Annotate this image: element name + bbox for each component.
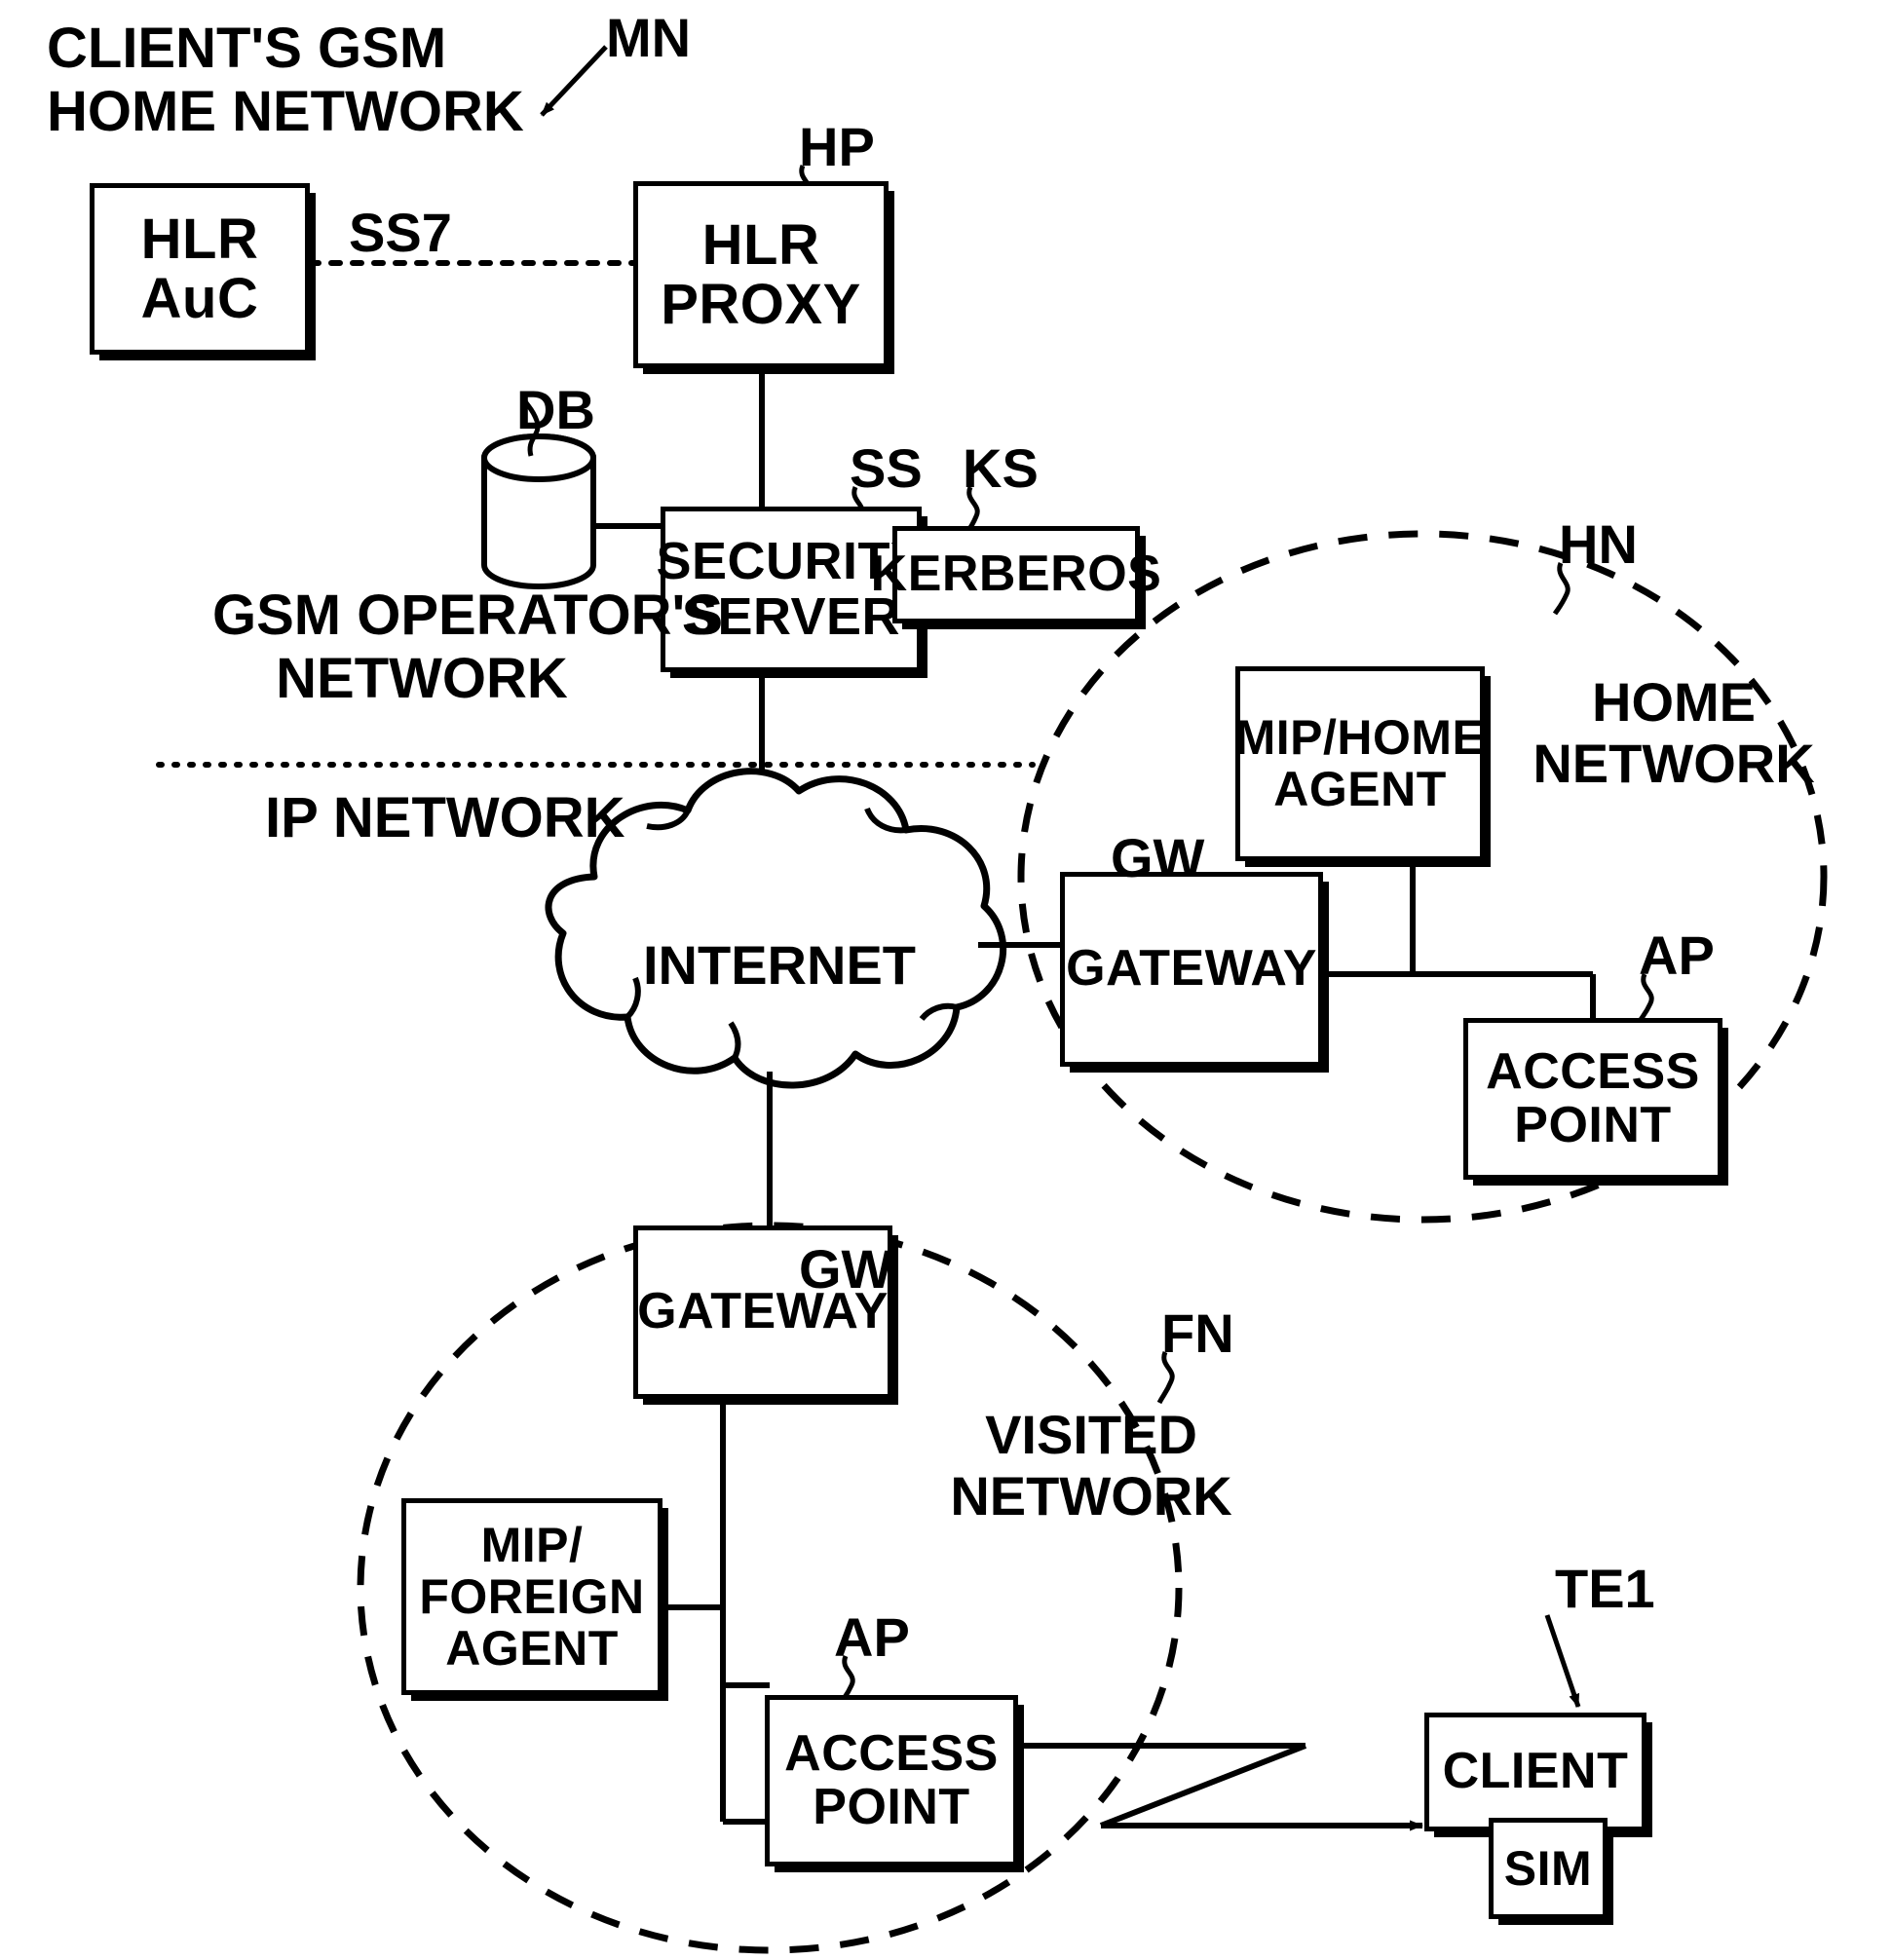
node-hlr-proxy[interactable]: HLR PROXY xyxy=(633,181,889,368)
visited-network-line2: NETWORK xyxy=(950,1464,1232,1527)
node-hlr-auc[interactable]: HLR AuC xyxy=(90,183,310,355)
label-home-network: HOME NETWORK xyxy=(1528,671,1820,794)
sim-line1: SIM xyxy=(1503,1840,1593,1896)
node-access-point-visited[interactable]: ACCESS POINT xyxy=(765,1695,1018,1866)
tag-ap-visited: AP xyxy=(834,1606,910,1668)
kerberos-line1: KERBEROS xyxy=(870,546,1162,603)
visited-network-line1: VISITED xyxy=(985,1404,1197,1465)
clients-gsm-home-network-line2: HOME NETWORK xyxy=(47,79,524,143)
tag-db: DB xyxy=(516,379,595,440)
access-point-home-line2: POINT xyxy=(1514,1097,1672,1153)
tag-te1: TE1 xyxy=(1555,1558,1655,1619)
label-ip-network: IP NETWORK xyxy=(265,786,625,849)
access-point-home-line1: ACCESS xyxy=(1486,1042,1700,1100)
tag-fn: FN xyxy=(1161,1302,1234,1364)
label-gsm-operators-network: GSM OPERATOR'S NETWORK xyxy=(212,584,724,711)
clients-gsm-home-network-line1: CLIENT'S GSM xyxy=(47,17,447,80)
mip-foreign-agent-line1: MIP/ xyxy=(480,1517,584,1572)
tag-hp: HP xyxy=(799,116,875,177)
node-sim[interactable]: SIM xyxy=(1489,1818,1608,1919)
node-access-point-home[interactable]: ACCESS POINT xyxy=(1463,1018,1722,1180)
tag-hn: HN xyxy=(1559,513,1638,575)
tag-ss: SS xyxy=(850,437,923,499)
te1-pointer-arrow xyxy=(1544,1614,1581,1708)
internet-line1: INTERNET xyxy=(643,934,916,996)
gateway-home-line1: GATEWAY xyxy=(1066,940,1317,998)
diagram-canvas: CLIENT'S GSM HOME NETWORK MN HP DB SS KS… xyxy=(0,0,1892,1960)
node-kerberos[interactable]: KERBEROS xyxy=(871,526,1161,623)
home-network-line1: HOME xyxy=(1592,671,1756,733)
link-label-ss7: SS7 xyxy=(349,202,452,263)
mn-pointer-arrow xyxy=(540,45,608,117)
mip-home-agent-line2: AGENT xyxy=(1273,762,1447,816)
node-gateway-home[interactable]: GATEWAY xyxy=(1060,872,1323,1067)
access-point-visited-line1: ACCESS xyxy=(784,1724,999,1782)
tag-gw-home: GW xyxy=(1111,827,1205,888)
hlr-auc-line2: AuC xyxy=(140,267,259,330)
mip-home-agent-line1: MIP/HOME xyxy=(1234,710,1486,765)
node-client[interactable]: CLIENT xyxy=(1424,1713,1646,1831)
node-mip-home-agent[interactable]: MIP/HOME AGENT xyxy=(1235,666,1485,861)
tag-ks: KS xyxy=(963,437,1039,499)
node-mip-foreign-agent[interactable]: MIP/ FOREIGN AGENT xyxy=(401,1498,662,1695)
label-visited-network: VISITED NETWORK xyxy=(945,1404,1237,1527)
gsm-operators-network-line1: GSM OPERATOR'S xyxy=(212,584,724,647)
hlr-auc-line1: HLR xyxy=(140,207,259,271)
visitedgateway-fa-ap-link xyxy=(662,1395,770,1825)
node-internet-cloud-label: INTERNET xyxy=(643,934,916,997)
tag-gw-visited: GW xyxy=(799,1238,893,1300)
mip-foreign-agent-line3: AGENT xyxy=(445,1620,619,1676)
home-network-line2: NETWORK xyxy=(1533,732,1815,794)
wireless-link-zigzag xyxy=(995,1740,1423,1831)
tag-ap-home: AP xyxy=(1639,924,1715,986)
mip-foreign-agent-line2: FOREIGN xyxy=(419,1568,645,1624)
access-point-visited-line2: POINT xyxy=(813,1779,970,1835)
hlr-proxy-line1: HLR xyxy=(701,212,820,277)
hlr-proxy-line2: PROXY xyxy=(661,273,861,336)
label-clients-gsm-home-network: CLIENT'S GSM HOME NETWORK xyxy=(47,17,524,144)
gsm-operators-network-line2: NETWORK xyxy=(276,646,568,710)
client-line1: CLIENT xyxy=(1442,1743,1629,1800)
tag-mn: MN xyxy=(606,7,692,68)
